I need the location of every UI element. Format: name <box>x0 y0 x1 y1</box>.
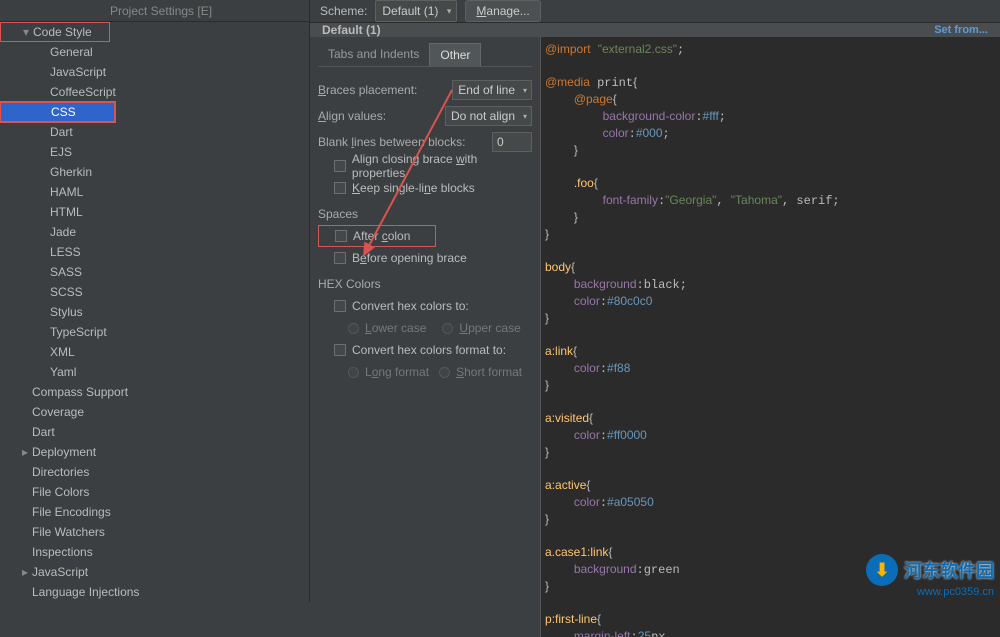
watermark: ⬇ 河东软件园 www.pc0359.cn <box>866 554 994 598</box>
sidebar-item[interactable]: Inspections <box>0 542 309 562</box>
sidebar-item[interactable]: ▸Deployment <box>0 442 309 462</box>
radio-icon <box>442 323 453 334</box>
tab-tabs-and-indents[interactable]: Tabs and Indents <box>318 43 429 66</box>
sidebar-item[interactable]: General <box>0 42 309 62</box>
sidebar-item[interactable]: Language Injections <box>0 582 309 602</box>
braces-label: Braces placement: <box>318 83 417 97</box>
sidebar-item[interactable]: Coverage <box>0 402 309 422</box>
sidebar-item[interactable]: File Colors <box>0 482 309 502</box>
blank-input[interactable] <box>492 132 532 152</box>
sidebar-item[interactable]: HAML <box>0 182 309 202</box>
radio-icon <box>348 367 359 378</box>
hex-group: HEX Colors <box>318 277 532 291</box>
checkbox-icon <box>334 182 346 194</box>
tab-other[interactable]: Other <box>429 43 481 66</box>
code-preview: @import "external2.css"; @media print{ @… <box>540 37 1000 637</box>
sidebar-item[interactable]: CSS <box>0 102 115 122</box>
sidebar-item[interactable]: SASS <box>0 262 309 282</box>
radio-icon <box>439 367 450 378</box>
expand-icon: ▸ <box>18 442 32 462</box>
expand-icon: ▸ <box>18 562 32 582</box>
sidebar-item[interactable]: Dart <box>0 122 309 142</box>
checkbox-align-closing[interactable]: Align closing brace with properties <box>318 155 532 177</box>
sidebar-item[interactable]: ▸JavaScript <box>0 562 309 582</box>
radio-lower-case[interactable]: Lower case <box>318 317 426 339</box>
checkbox-convert-format[interactable]: Convert hex colors format to: <box>318 339 532 361</box>
checkbox-icon <box>334 252 346 264</box>
tab-bar: Tabs and Indents Other <box>318 43 532 67</box>
align-select[interactable]: Do not align <box>445 106 532 126</box>
expand-icon: ▾ <box>19 22 33 42</box>
sidebar-item[interactable]: Jade <box>0 222 309 242</box>
blank-label: Blank lines between blocks: <box>318 135 465 149</box>
sidebar-item[interactable]: EJS <box>0 142 309 162</box>
radio-short-format[interactable]: Short format <box>439 361 522 383</box>
main-panel: Scheme: Default (1) Manage... Default (1… <box>310 0 1000 602</box>
sidebar-item[interactable]: TypeScript <box>0 322 309 342</box>
sidebar-item[interactable]: SCSS <box>0 282 309 302</box>
checkbox-after-colon[interactable]: After colon <box>318 225 436 247</box>
sidebar-item[interactable]: ▾Code Style <box>0 22 110 42</box>
sidebar-item[interactable]: Stylus <box>0 302 309 322</box>
sidebar-item[interactable]: Yaml <box>0 362 309 382</box>
spaces-group: Spaces <box>318 207 532 221</box>
braces-select[interactable]: End of line <box>452 80 532 100</box>
sidebar-item[interactable]: LESS <box>0 242 309 262</box>
scheme-header: Default (1) Set from... <box>310 23 1000 37</box>
sidebar-item[interactable]: Directories <box>0 462 309 482</box>
set-from-link[interactable]: Set from... <box>934 24 988 36</box>
checkbox-convert-hex[interactable]: Convert hex colors to: <box>318 295 532 317</box>
scheme-label: Scheme: <box>320 4 367 18</box>
align-label: Align values: <box>318 109 386 123</box>
radio-long-format[interactable]: Long format <box>318 361 429 383</box>
sidebar-item[interactable]: Dart <box>0 422 309 442</box>
checkbox-icon <box>335 230 347 242</box>
checkbox-icon <box>334 160 346 172</box>
manage-button[interactable]: Manage... <box>465 0 540 22</box>
options-panel: Tabs and Indents Other Braces placement:… <box>310 37 540 637</box>
watermark-icon: ⬇ <box>866 554 898 586</box>
checkbox-before-brace[interactable]: Before opening brace <box>318 247 532 269</box>
sidebar: Project Settings [E] ▾Code StyleGeneralJ… <box>0 0 310 602</box>
sidebar-item[interactable]: File Encodings <box>0 502 309 522</box>
sidebar-item[interactable]: Gherkin <box>0 162 309 182</box>
checkbox-icon <box>334 344 346 356</box>
sidebar-item[interactable]: CoffeeScript <box>0 82 309 102</box>
sidebar-item[interactable]: JavaScript <box>0 62 309 82</box>
top-bar: Scheme: Default (1) Manage... <box>310 0 1000 23</box>
radio-icon <box>348 323 359 334</box>
sidebar-item[interactable]: XML <box>0 342 309 362</box>
sidebar-item[interactable]: File Watchers <box>0 522 309 542</box>
checkbox-icon <box>334 300 346 312</box>
scheme-title: Default (1) <box>322 23 381 37</box>
sidebar-title: Project Settings [E] <box>0 0 309 22</box>
radio-upper-case[interactable]: Upper case <box>442 317 520 339</box>
sidebar-item[interactable]: Compass Support <box>0 382 309 402</box>
checkbox-keep-single[interactable]: Keep single-line blocks <box>318 177 532 199</box>
scheme-dropdown[interactable]: Default (1) <box>375 0 457 22</box>
sidebar-item[interactable]: HTML <box>0 202 309 222</box>
